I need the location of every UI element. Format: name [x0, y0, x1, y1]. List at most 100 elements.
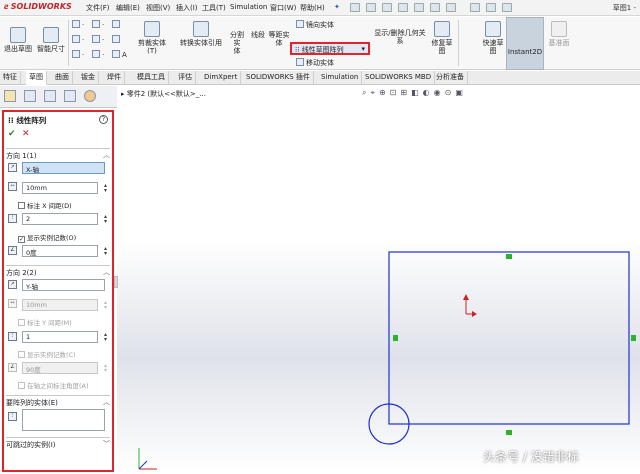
- direction2-header[interactable]: 方向 2(2) ︿: [6, 265, 110, 278]
- direction1-count-input[interactable]: 2 ▴ ▾: [22, 213, 107, 225]
- split-button[interactable]: 分割实 体: [228, 31, 246, 55]
- display-manager-tab-icon[interactable]: [84, 90, 96, 102]
- tab-analysis-prep[interactable]: 分析准备: [433, 71, 468, 85]
- rectangle-tool[interactable]: ·: [72, 35, 84, 44]
- sketch-rectangle[interactable]: [388, 251, 630, 425]
- mirror-button[interactable]: 镜向实体: [296, 20, 334, 30]
- file-props-icon[interactable]: [486, 3, 496, 12]
- configuration-manager-tab-icon[interactable]: [44, 90, 56, 102]
- midpoint-bottom[interactable]: [506, 430, 512, 435]
- convert-entities-button[interactable]: 转换实体引用: [178, 21, 224, 47]
- help-icon[interactable]: ?: [99, 115, 108, 124]
- dim-angle-between-axes-checkbox[interactable]: 在轴之间标注角度(A): [18, 380, 89, 390]
- tab-weldments[interactable]: 焊件: [104, 71, 125, 85]
- reverse-direction-icon[interactable]: ↗: [8, 163, 17, 172]
- spin-arrows-icon[interactable]: ▴ ▾: [104, 246, 107, 257]
- direction2-spacing-input[interactable]: 10mm ▴ ▾: [22, 299, 107, 311]
- tab-mbd[interactable]: SOLIDWORKS MBD: [362, 71, 436, 85]
- arc-tool[interactable]: ·: [92, 35, 104, 44]
- direction1-spacing-input[interactable]: 10mm ▴ ▾: [22, 182, 107, 194]
- exit-sketch-button[interactable]: 退出草图: [3, 27, 33, 53]
- tab-addins[interactable]: SOLIDWORKS 插件: [243, 71, 314, 85]
- trim-button[interactable]: 剪裁实体(T): [134, 21, 170, 55]
- tab-simulation[interactable]: Simulation: [318, 71, 363, 85]
- spin-arrows-icon[interactable]: ▴ ▾: [104, 332, 107, 343]
- menu-simulation[interactable]: Simulation: [230, 3, 267, 11]
- ok-check-icon[interactable]: ✔: [8, 129, 16, 139]
- direction1-dim-spacing-checkbox[interactable]: 标注 X 间距(D): [18, 200, 72, 210]
- pin-icon[interactable]: ✦: [334, 3, 340, 11]
- feature-manager-tab-icon[interactable]: [4, 90, 16, 102]
- menu-window[interactable]: 窗口(W): [270, 3, 296, 13]
- slot-tool[interactable]: ·: [72, 50, 84, 59]
- direction2-axis-field[interactable]: Y-轴: [22, 279, 105, 291]
- dimxpert-manager-tab-icon[interactable]: [64, 90, 76, 102]
- tab-mold-tools[interactable]: 模具工具: [134, 71, 169, 85]
- collapse-chevron-icon[interactable]: ︿: [103, 150, 110, 160]
- property-manager-tab-icon[interactable]: [24, 90, 36, 102]
- menu-edit[interactable]: 编辑(E): [116, 3, 140, 13]
- spin-arrows-icon[interactable]: ▴ ▾: [104, 363, 107, 374]
- move-entities-button[interactable]: 移动实体: [296, 58, 334, 68]
- undo-icon[interactable]: [430, 3, 440, 12]
- tab-features[interactable]: 特征: [0, 71, 21, 85]
- tab-surfaces[interactable]: 曲面: [52, 71, 73, 85]
- menu-view[interactable]: 视图(V): [146, 3, 170, 13]
- open-file-icon[interactable]: [382, 3, 392, 12]
- origin-icon[interactable]: [463, 294, 477, 317]
- direction2-show-count-checkbox[interactable]: 显示实例记数(C): [18, 349, 76, 359]
- midpoint-left[interactable]: [393, 335, 398, 341]
- expand-chevron-icon[interactable]: ﹀: [103, 439, 110, 449]
- entities-to-pattern-header[interactable]: 要阵列的实体(E) ︿: [6, 395, 110, 408]
- tab-evaluate[interactable]: 评估: [175, 71, 196, 85]
- dropdown-arrow-icon[interactable]: ▾: [361, 45, 365, 53]
- menu-help[interactable]: 帮助(H): [300, 3, 325, 13]
- smart-dimension-button[interactable]: 智能尺寸: [36, 27, 66, 53]
- spin-arrows-icon[interactable]: ▴ ▾: [104, 300, 107, 311]
- menu-tools[interactable]: 工具(T): [202, 3, 226, 13]
- direction2-dim-spacing-checkbox[interactable]: 标注 Y 间距(M): [18, 317, 72, 327]
- offset-button[interactable]: 等距实 体: [268, 31, 290, 47]
- polygon-tool[interactable]: ·: [92, 50, 104, 59]
- midpoint-top[interactable]: [506, 254, 512, 259]
- relations-button[interactable]: 显示/删除几何关系: [372, 29, 428, 45]
- direction1-axis-field[interactable]: X-轴: [22, 162, 105, 174]
- reverse-direction-icon[interactable]: ↗: [8, 280, 17, 289]
- direction1-header[interactable]: 方向 1(1) ︿: [6, 148, 110, 161]
- spin-arrows-icon[interactable]: ▴ ▾: [104, 214, 107, 225]
- options-icon[interactable]: [502, 3, 512, 12]
- select-icon[interactable]: [446, 3, 456, 12]
- entities-selection-box[interactable]: [22, 409, 105, 431]
- shaded-sketch-button[interactable]: 基准面: [548, 21, 570, 47]
- rebuild-icon[interactable]: [470, 3, 480, 12]
- home-icon[interactable]: [350, 3, 360, 12]
- quick-snaps-button[interactable]: 快速草 图: [481, 21, 505, 55]
- midpoint-right[interactable]: [631, 335, 636, 341]
- tab-sketch[interactable]: 草图: [26, 71, 47, 85]
- tab-dimxpert[interactable]: DimXpert: [201, 71, 242, 85]
- line-segment-button[interactable]: 线段: [249, 31, 267, 39]
- direction2-count-input[interactable]: 1 ▴ ▾: [22, 331, 107, 343]
- graphics-area[interactable]: ▸ 零件2 (默认<<默认>_... ⌕⌖⊕⊡⊞◧◐◉⊙▣ 头条号 / 没错非标: [117, 86, 640, 474]
- instant2d-button[interactable]: Instant2D: [506, 17, 544, 70]
- cancel-x-icon[interactable]: ✕: [22, 129, 30, 139]
- panel-resize-handle[interactable]: [114, 276, 118, 288]
- direction1-show-count-checkbox[interactable]: ✓ 显示实例记数(O): [18, 232, 76, 243]
- line-tool[interactable]: ·: [72, 20, 84, 29]
- solidworks-logo[interactable]: ƨ SOLIDWORKS: [4, 2, 72, 11]
- direction2-angle-input[interactable]: 90度 ▴ ▾: [22, 362, 107, 374]
- instances-to-skip-header[interactable]: 可跳过的实例(I) ﹀: [6, 437, 110, 450]
- menu-insert[interactable]: 插入(I): [176, 3, 198, 13]
- text-tool[interactable]: A: [112, 50, 127, 59]
- collapse-chevron-icon[interactable]: ︿: [103, 267, 110, 277]
- repair-sketch-button[interactable]: 修复草 图: [430, 21, 454, 55]
- new-file-icon[interactable]: [366, 3, 376, 12]
- ellipse-tool[interactable]: [112, 35, 122, 44]
- spin-arrows-icon[interactable]: ▴ ▾: [104, 183, 107, 194]
- linear-sketch-pattern-button[interactable]: ⁝⁝ 线性草图阵列 ▾: [290, 42, 370, 55]
- print-icon[interactable]: [414, 3, 424, 12]
- menu-file[interactable]: 文件(F): [86, 3, 110, 13]
- save-icon[interactable]: [398, 3, 408, 12]
- direction1-angle-input[interactable]: 0度 ▴ ▾: [22, 245, 107, 257]
- tab-sheet-metal[interactable]: 钣金: [78, 71, 99, 85]
